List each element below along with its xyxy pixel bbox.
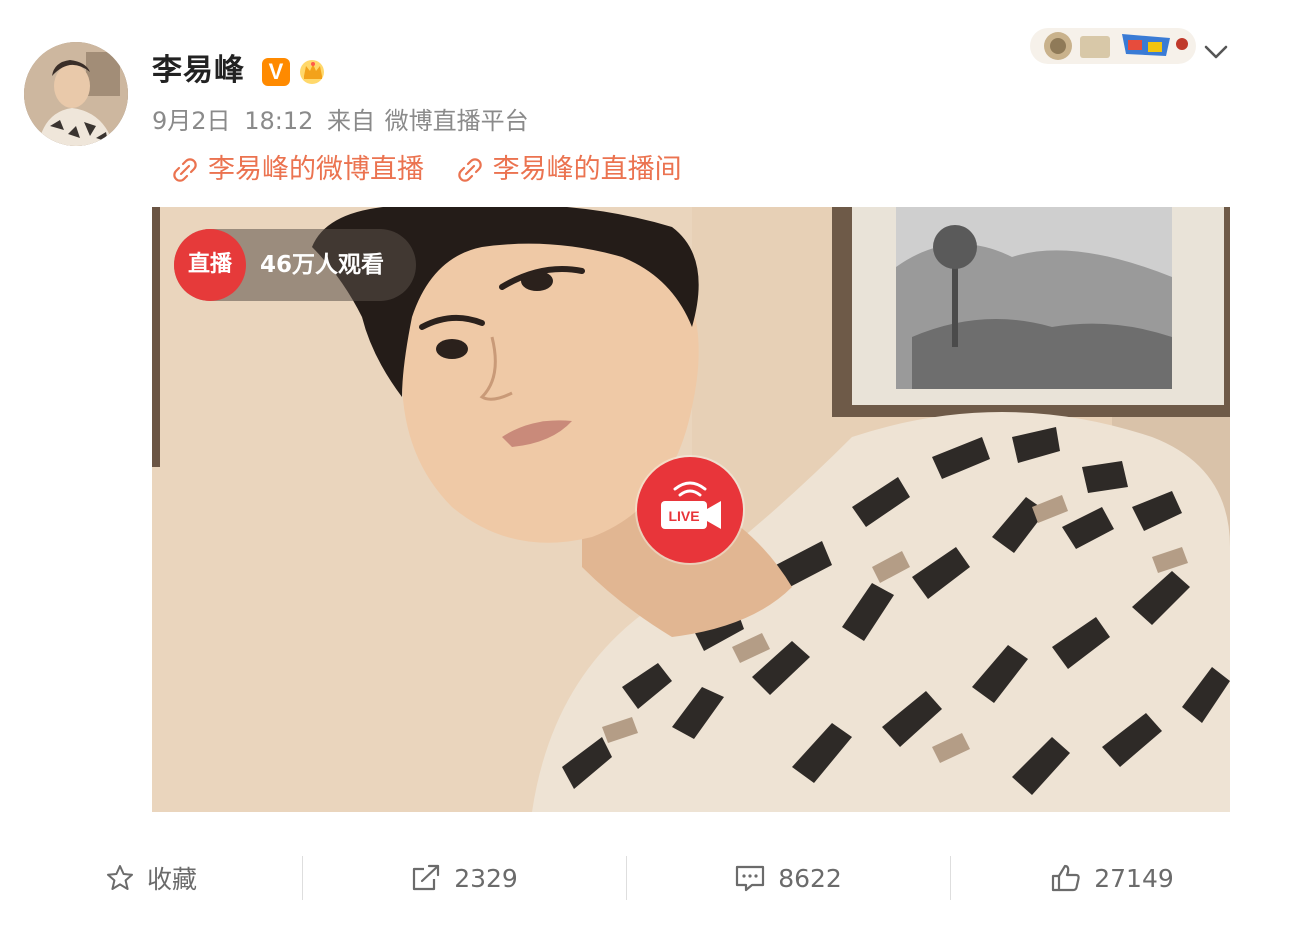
like-count: 27149: [1094, 863, 1174, 893]
source-prefix: 来自: [327, 107, 375, 135]
link-weibo-live[interactable]: 李易峰的微博直播: [172, 152, 424, 188]
comment-icon: [736, 865, 765, 892]
live-play-button[interactable]: LIVE: [637, 457, 743, 563]
link-icon: [173, 158, 197, 182]
avatar-photo: [24, 42, 128, 146]
author-name[interactable]: 李易峰: [152, 54, 245, 88]
card-decoration-icon: [1030, 28, 1196, 64]
post-action-bar: 收藏 2329 8622 27149: [0, 848, 1296, 908]
favorite-label: 收藏: [146, 865, 197, 894]
repost-icon: [413, 864, 440, 891]
link-label: 李易峰的直播间: [492, 154, 682, 185]
link-live-room[interactable]: 李易峰的直播间: [457, 152, 682, 188]
star-icon: [106, 865, 133, 890]
favorite-button[interactable]: 收藏: [0, 848, 302, 908]
live-badge: 直播: [174, 229, 246, 301]
chevron-down-icon[interactable]: [1200, 36, 1232, 68]
comment-button[interactable]: 8622: [627, 848, 949, 908]
like-button[interactable]: 27149: [951, 848, 1273, 908]
crown-badge-icon: [300, 60, 324, 84]
post-source[interactable]: 微博直播平台: [385, 107, 529, 135]
weibo-post-card: 李易峰 V 9月2日 18:12 来自 微博直播平台 李易峰的微博直播 李易峰的…: [0, 0, 1296, 930]
post-meta: 9月2日 18:12 来自 微博直播平台: [152, 106, 535, 136]
verified-badge-icon: V: [262, 58, 290, 86]
live-video-preview[interactable]: 直播 46万人观看 LIVE: [152, 207, 1230, 812]
repost-count: 2329: [454, 863, 518, 893]
comment-count: 8622: [778, 863, 842, 893]
repost-button[interactable]: 2329: [303, 848, 625, 908]
post-links: 李易峰的微博直播 李易峰的直播间: [172, 152, 706, 193]
live-camera-icon: LIVE: [661, 481, 721, 529]
live-button-label: LIVE: [668, 508, 699, 524]
post-date[interactable]: 9月2日: [152, 107, 231, 135]
thumbs-up-icon: [1052, 864, 1080, 892]
link-label: 李易峰的微博直播: [208, 154, 424, 185]
viewer-count: 46万人观看: [260, 252, 385, 278]
post-time[interactable]: 18:12: [244, 107, 313, 135]
avatar[interactable]: [24, 42, 128, 146]
link-icon: [457, 158, 482, 182]
live-status-pill: 直播 46万人观看: [174, 229, 416, 301]
